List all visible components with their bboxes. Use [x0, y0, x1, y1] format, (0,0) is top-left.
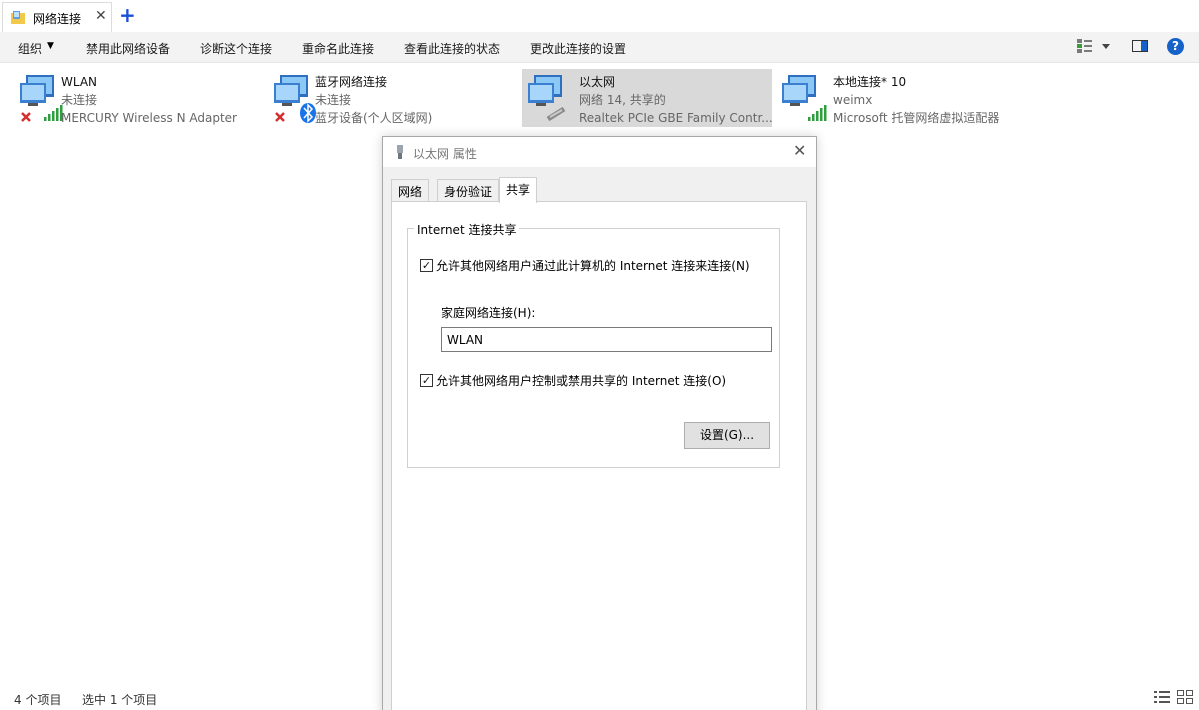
connection-status: weimx — [833, 93, 873, 107]
connection-ethernet[interactable]: 以太网 网络 14, 共享的 Realtek PCIe GBE Family C… — [522, 69, 773, 127]
ethernet-plug-icon — [397, 145, 403, 159]
network-folder-icon — [11, 11, 25, 24]
connection-name: 本地连接* 10 — [833, 75, 907, 89]
allow-control-checkbox[interactable]: ✓ — [420, 374, 433, 387]
connection-adapter: Realtek PCIe GBE Family Contr... — [579, 111, 773, 125]
virtual-adapter-icon — [782, 75, 827, 121]
items-count: 4 个项目 — [14, 693, 62, 707]
connection-wlan[interactable]: WLAN 未连接 MERCURY Wireless N Adapter — [4, 69, 254, 127]
allow-share-label[interactable]: 允许其他网络用户通过此计算机的 Internet 连接来连接(N) — [436, 257, 750, 274]
diagnose-button[interactable]: 诊断这个连接 — [200, 40, 272, 57]
ics-groupbox: Internet 连接共享 ✓ 允许其他网络用户通过此计算机的 Internet… — [407, 221, 780, 468]
view-status-button[interactable]: 查看此连接的状态 — [404, 40, 500, 57]
preview-pane-icon[interactable] — [1132, 39, 1148, 53]
tab-title: 网络连接 — [33, 12, 82, 26]
selected-count: 选中 1 个项目 — [82, 693, 158, 707]
tab-close-icon[interactable]: ✕ — [95, 8, 107, 24]
tab-network-connections[interactable]: 网络连接 ✕ — [2, 2, 112, 32]
organize-button[interactable]: 组织 — [18, 40, 42, 57]
allow-control-label[interactable]: 允许其他网络用户控制或禁用共享的 Internet 连接(O) — [436, 372, 726, 389]
connection-name: 蓝牙网络连接 — [315, 75, 388, 89]
change-settings-button[interactable]: 更改此连接的设置 — [530, 40, 626, 57]
connection-bluetooth[interactable]: 蓝牙网络连接 未连接 蓝牙设备(个人区域网) — [258, 69, 508, 127]
ethernet-adapter-icon — [528, 75, 566, 122]
tab-authentication[interactable]: 身份验证 — [437, 179, 500, 202]
connection-adapter: 蓝牙设备(个人区域网) — [315, 111, 433, 125]
view-options-caret-icon[interactable] — [1101, 39, 1111, 53]
tab-bar: 网络连接 ✕ + — [0, 0, 1199, 32]
connection-adapter: Microsoft 托管网络虚拟适配器 — [833, 111, 1000, 125]
connection-status: 网络 14, 共享的 — [579, 93, 666, 107]
home-network-label: 家庭网络连接(H): — [441, 306, 536, 320]
tiles-view-icon[interactable] — [1177, 690, 1193, 704]
home-network-field[interactable]: WLAN — [441, 327, 772, 352]
status-bar: 4 个项目 选中 1 个项目 — [0, 686, 1199, 710]
ics-group-title: Internet 连接共享 — [414, 221, 520, 238]
network-connections-window: 网络连接 ✕ + 组织 ▼ 禁用此网络设备 诊断这个连接 重命名此连接 查看此连… — [0, 0, 1199, 710]
change-view-icon[interactable] — [1077, 39, 1093, 53]
connection-adapter: MERCURY Wireless N Adapter — [61, 111, 237, 125]
connection-status: 未连接 — [315, 93, 352, 107]
dialog-titlebar[interactable]: 以太网 属性 ✕ — [383, 137, 816, 167]
new-tab-plus-icon[interactable]: + — [119, 3, 136, 27]
connection-name: WLAN — [61, 75, 98, 89]
help-icon[interactable]: ? — [1167, 38, 1184, 55]
tab-sharing[interactable]: 共享 — [499, 177, 538, 203]
dialog-title: 以太网 属性 — [413, 147, 477, 161]
connection-name: 以太网 — [579, 75, 616, 89]
dialog-close-icon[interactable]: ✕ — [793, 141, 806, 160]
rename-button[interactable]: 重命名此连接 — [302, 40, 374, 57]
command-bar: 组织 ▼ 禁用此网络设备 诊断这个连接 重命名此连接 查看此连接的状态 更改此连… — [0, 32, 1199, 63]
allow-share-checkbox[interactable]: ✓ — [420, 259, 433, 272]
disable-device-button[interactable]: 禁用此网络设备 — [86, 40, 170, 57]
details-view-icon[interactable] — [1154, 690, 1170, 704]
connection-local-10[interactable]: 本地连接* 10 weimx Microsoft 托管网络虚拟适配器 — [776, 69, 1026, 127]
sharing-tab-panel: Internet 连接共享 ✓ 允许其他网络用户通过此计算机的 Internet… — [391, 201, 807, 710]
tab-network[interactable]: 网络 — [391, 179, 430, 202]
connection-status: 未连接 — [61, 93, 98, 107]
organize-caret-icon[interactable]: ▼ — [47, 41, 54, 51]
ethernet-properties-dialog: 以太网 属性 ✕ 网络 身份验证 共享 Internet 连接共享 ✓ 允许其他… — [382, 136, 817, 710]
settings-button[interactable]: 设置(G)... — [684, 422, 770, 449]
